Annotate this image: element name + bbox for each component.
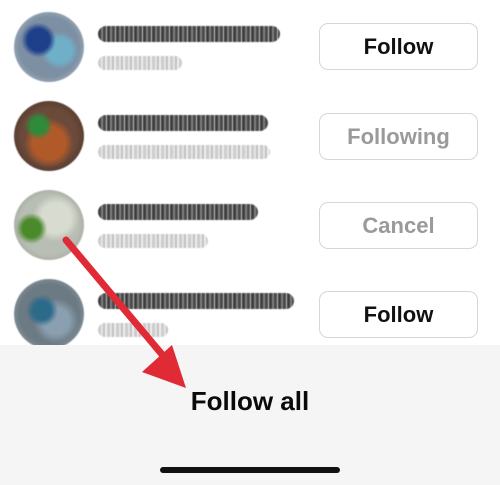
- username-redacted[interactable]: [98, 293, 294, 309]
- username-redacted[interactable]: [98, 204, 258, 220]
- list-item[interactable]: Follow: [0, 12, 500, 101]
- list-item[interactable]: Cancel: [0, 190, 500, 279]
- avatar[interactable]: [14, 101, 84, 171]
- avatar[interactable]: [14, 12, 84, 82]
- display-name-redacted: [98, 145, 270, 159]
- bottom-sheet: Follow all: [0, 345, 500, 485]
- display-name-redacted: [98, 234, 208, 248]
- avatar[interactable]: [14, 190, 84, 260]
- username-redacted[interactable]: [98, 26, 280, 42]
- display-name-redacted: [98, 56, 182, 70]
- suggested-accounts-list: Follow Following Cancel Follow: [0, 0, 500, 349]
- home-indicator[interactable]: [160, 467, 340, 473]
- display-name-redacted: [98, 323, 168, 337]
- follow-button[interactable]: Follow: [319, 291, 478, 338]
- following-button[interactable]: Following: [319, 113, 478, 160]
- avatar[interactable]: [14, 279, 84, 349]
- cancel-request-button[interactable]: Cancel: [319, 202, 478, 249]
- follow-all-button[interactable]: Follow all: [0, 386, 500, 417]
- list-item[interactable]: Following: [0, 101, 500, 190]
- follow-button[interactable]: Follow: [319, 23, 478, 70]
- username-redacted[interactable]: [98, 115, 268, 131]
